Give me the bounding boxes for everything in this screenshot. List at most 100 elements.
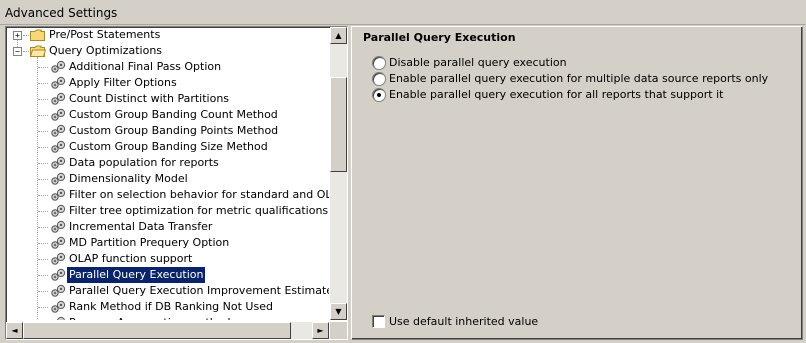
tree-item-option[interactable]: Custom Group Banding Points Method xyxy=(6,123,329,139)
radio-label[interactable]: Enable parallel query execution for all … xyxy=(389,88,723,101)
tree-content: + Pre/Post Statements − Query Optimizations… xyxy=(6,27,329,320)
tree-guide-line xyxy=(38,275,48,276)
radio-label[interactable]: Disable parallel query execution xyxy=(389,56,567,69)
tree-item-option[interactable]: Dimensionality Model xyxy=(6,171,329,187)
tree-item-label[interactable]: Custom Group Banding Count Method xyxy=(69,107,278,123)
tree-item-option[interactable]: Data population for reports xyxy=(6,155,329,171)
tree-guide-line xyxy=(38,243,48,244)
gear-icon xyxy=(50,252,66,266)
open-folder-icon xyxy=(29,45,47,57)
scrollbar-corner xyxy=(330,322,347,339)
tree-item-label[interactable]: Count Distinct with Partitions xyxy=(69,91,229,107)
tree-item-pre-post-statements[interactable]: + Pre/Post Statements xyxy=(6,27,326,43)
settings-tree[interactable]: + Pre/Post Statements − Query Optimizations… xyxy=(5,26,348,340)
settings-panel: Parallel Query Execution Disable paralle… xyxy=(351,26,803,340)
window-title: Advanced Settings xyxy=(5,6,118,20)
tree-item-option[interactable]: Remove Aggregation method xyxy=(6,315,329,320)
tree-guide-line xyxy=(38,83,48,84)
gear-icon xyxy=(50,140,66,154)
tree-item-option[interactable]: Parallel Query Execution Improvement Est… xyxy=(6,283,329,299)
tree-item-label[interactable]: Remove Aggregation method xyxy=(69,315,230,320)
gear-icon xyxy=(50,60,66,74)
tree-item-option[interactable]: Custom Group Banding Count Method xyxy=(6,107,329,123)
tree-item-label[interactable]: Custom Group Banding Size Method xyxy=(69,139,268,155)
horizontal-scrollbar[interactable]: ◄ ► xyxy=(6,322,329,339)
gear-icon xyxy=(50,124,66,138)
scroll-left-button[interactable]: ◄ xyxy=(6,322,23,339)
tree-guide-line xyxy=(38,99,48,100)
tree-item-option[interactable]: Custom Group Banding Size Method xyxy=(6,139,329,155)
scroll-up-arrow-icon: ▲ xyxy=(335,31,342,40)
gear-icon xyxy=(50,236,66,250)
tree-item-option[interactable]: Filter tree optimization for metric qual… xyxy=(6,203,329,219)
tree-item-label[interactable]: Filter on selection behavior for standar… xyxy=(69,187,329,203)
tree-item-label[interactable]: Rank Method if DB Ranking Not Used xyxy=(69,299,273,315)
gear-icon xyxy=(50,172,66,186)
gear-icon xyxy=(50,188,66,202)
tree-guide-line xyxy=(23,35,29,36)
tree-item-label[interactable]: Incremental Data Transfer xyxy=(69,219,212,235)
gear-icon xyxy=(50,316,66,320)
tree-item-option[interactable]: Rank Method if DB Ranking Not Used xyxy=(6,299,329,315)
tree-item-query-optimizations[interactable]: − Query Optimizations xyxy=(6,43,326,59)
gear-icon xyxy=(50,284,66,298)
tree-guide-line xyxy=(38,67,48,68)
tree-item-label[interactable]: Parallel Query Execution Improvement Est… xyxy=(69,283,329,299)
vertical-scrollbar[interactable]: ▲ ▼ xyxy=(330,27,347,320)
radio-button-icon[interactable] xyxy=(372,88,386,102)
tree-item-option[interactable]: OLAP function support xyxy=(6,251,329,267)
tree-item-option[interactable]: MD Partition Prequery Option xyxy=(6,235,329,251)
scroll-left-arrow-icon: ◄ xyxy=(11,326,18,335)
tree-item-option[interactable]: Filter on selection behavior for standar… xyxy=(6,187,329,203)
tree-item-label[interactable]: Additional Final Pass Option xyxy=(69,59,221,75)
tree-item-option[interactable]: Parallel Query Execution xyxy=(6,266,329,284)
tree-guide-line xyxy=(38,227,48,228)
tree-item-label[interactable]: Custom Group Banding Points Method xyxy=(69,123,278,139)
scroll-right-arrow-icon: ► xyxy=(317,326,324,335)
tree-guide-line xyxy=(38,115,48,116)
tree-item-label[interactable]: Filter tree optimization for metric qual… xyxy=(69,203,328,219)
tree-item-label[interactable]: OLAP function support xyxy=(69,251,192,267)
folder-icon xyxy=(30,29,46,41)
title-bar: Advanced Settings xyxy=(0,0,806,25)
tree-guide-line xyxy=(38,179,48,180)
tree-item-label[interactable]: Data population for reports xyxy=(69,155,219,171)
radio-button-icon[interactable] xyxy=(372,56,386,70)
tree-item-option[interactable]: Apply Filter Options xyxy=(6,75,329,91)
gear-icon xyxy=(50,156,66,170)
scroll-right-button[interactable]: ► xyxy=(312,322,329,339)
checkbox-label[interactable]: Use default inherited value xyxy=(389,315,538,328)
tree-guide-line xyxy=(38,291,48,292)
tree-item-option[interactable]: Incremental Data Transfer xyxy=(6,219,329,235)
radio-dot-icon xyxy=(377,93,381,97)
radio-label[interactable]: Enable parallel query execution for mult… xyxy=(389,72,768,85)
collapse-toggle-icon[interactable]: − xyxy=(13,47,22,56)
expand-toggle-icon[interactable]: + xyxy=(13,31,22,40)
scroll-down-arrow-icon: ▼ xyxy=(335,307,342,316)
scroll-down-button[interactable]: ▼ xyxy=(330,303,347,320)
gear-icon xyxy=(50,108,66,122)
tree-item-label[interactable]: Query Optimizations xyxy=(49,43,162,59)
tree-item-option[interactable]: Count Distinct with Partitions xyxy=(6,91,329,107)
tree-guide-line xyxy=(38,163,48,164)
gear-icon xyxy=(50,76,66,90)
tree-guide-line xyxy=(38,259,48,260)
vertical-scroll-thumb[interactable] xyxy=(330,77,347,172)
tree-item-label[interactable]: MD Partition Prequery Option xyxy=(69,235,229,251)
horizontal-scroll-thumb[interactable] xyxy=(23,322,291,339)
tree-item-label[interactable]: Apply Filter Options xyxy=(69,75,177,91)
tree-item-option[interactable]: Additional Final Pass Option xyxy=(6,59,329,75)
checkbox-icon[interactable] xyxy=(372,315,385,328)
tree-item-label[interactable]: Dimensionality Model xyxy=(69,171,188,187)
tree-item-label[interactable]: Pre/Post Statements xyxy=(49,27,160,43)
tree-item-label[interactable]: Parallel Query Execution xyxy=(65,266,207,284)
tree-guide-line xyxy=(38,147,48,148)
tree-guide-line xyxy=(38,307,48,308)
tree-guide-line xyxy=(23,51,29,52)
radio-button-icon[interactable] xyxy=(372,72,386,86)
gear-icon xyxy=(50,220,66,234)
gear-icon xyxy=(50,204,66,218)
scroll-up-button[interactable]: ▲ xyxy=(330,27,347,44)
section-title: Parallel Query Execution xyxy=(363,31,516,44)
tree-guide-line xyxy=(38,195,48,196)
